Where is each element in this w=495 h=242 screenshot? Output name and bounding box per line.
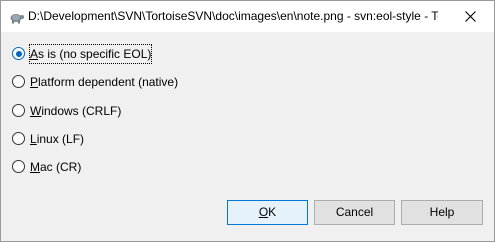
radio-button-windows[interactable]: [12, 104, 25, 117]
radio-button-as-is[interactable]: [12, 47, 25, 60]
close-button[interactable]: [447, 1, 494, 32]
radio-button-mac[interactable]: [12, 160, 25, 173]
ok-button[interactable]: OK: [227, 200, 308, 225]
radio-label-windows: Windows (CRLF): [30, 104, 122, 118]
close-icon: [465, 11, 476, 22]
radio-label-platform-dependent: Platform dependent (native): [30, 75, 179, 89]
eol-style-dialog: D:\Development\SVN\TortoiseSVN\doc\image…: [0, 0, 495, 242]
radio-label-as-is: As is (no specific EOL): [28, 44, 153, 64]
radio-label-mac: Mac (CR): [30, 160, 82, 174]
radio-button-linux[interactable]: [12, 132, 25, 145]
window-title: D:\Development\SVN\TortoiseSVN\doc\image…: [28, 9, 438, 23]
radio-label-linux: Linux (LF): [30, 132, 85, 146]
title-bar[interactable]: D:\Development\SVN\TortoiseSVN\doc\image…: [1, 1, 494, 32]
cancel-button[interactable]: Cancel: [314, 200, 395, 225]
radio-button-platform-dependent[interactable]: [12, 75, 25, 88]
help-button[interactable]: Help: [401, 200, 483, 225]
tortoise-icon: [10, 14, 24, 24]
